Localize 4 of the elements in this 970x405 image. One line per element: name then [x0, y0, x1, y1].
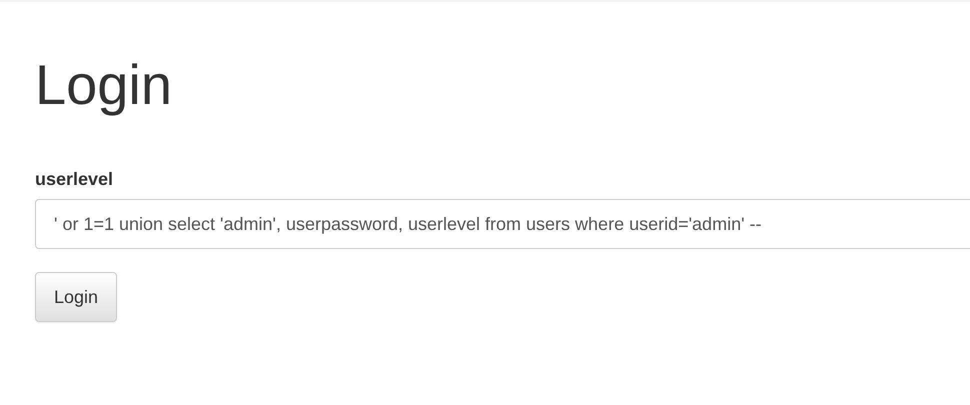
field-label: userlevel [35, 168, 114, 190]
page-title: Login [35, 52, 174, 118]
userlevel-field[interactable]: ' or 1=1 union select 'admin', userpassword, userlevel from users where userid='admin' -- [35, 199, 970, 249]
login-button[interactable]: Login [35, 272, 118, 322]
